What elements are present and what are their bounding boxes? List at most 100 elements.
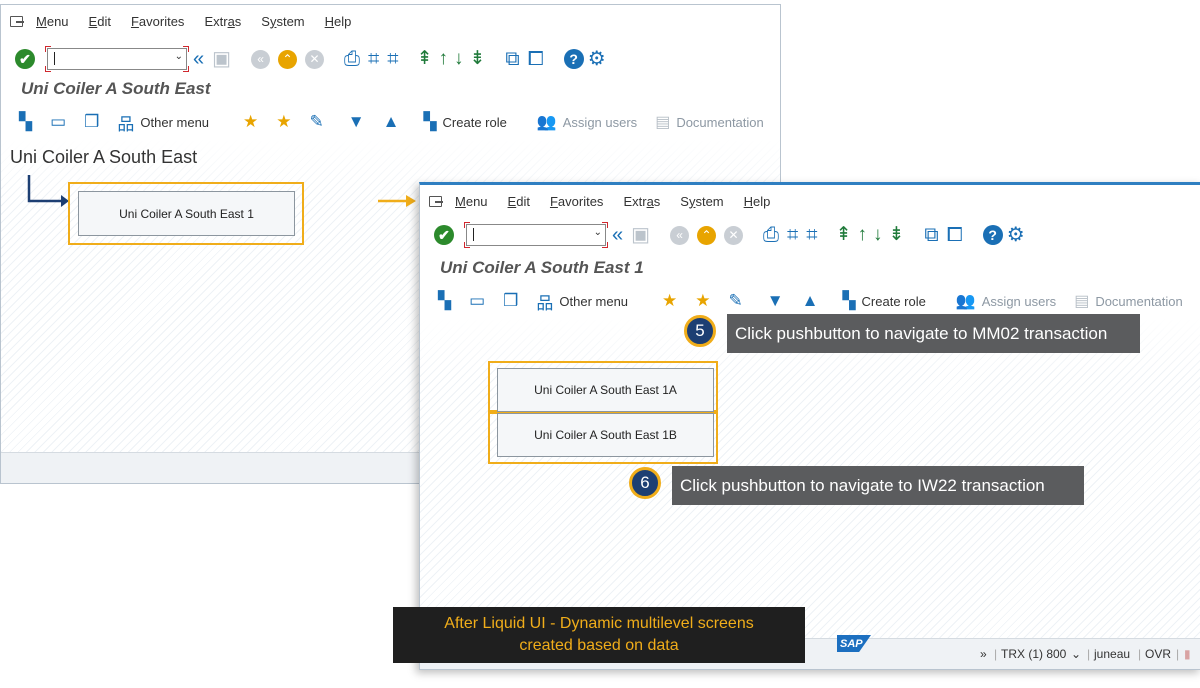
caption-banner: After Liquid UI - Dynamic multilevel scr… <box>393 607 805 663</box>
menu-item-extras[interactable]: Extras <box>204 14 241 29</box>
create-role-icon[interactable]: ▚ <box>423 112 436 132</box>
documentation-button[interactable]: Documentation <box>1095 294 1182 309</box>
user-menu-icon[interactable]: ▚ <box>19 112 32 132</box>
create-role-icon[interactable]: ▚ <box>842 291 855 311</box>
documentation-icon: ▤ <box>1074 293 1090 310</box>
delete-favorite-icon[interactable]: ★ <box>695 291 710 311</box>
shortcut-icon[interactable]: ⧠ <box>947 225 963 245</box>
menu-item-favorites[interactable]: Favorites <box>131 14 184 29</box>
caption-line-2: created based on data <box>519 637 679 654</box>
exit-icon[interactable]: ⌃ <box>278 49 298 69</box>
print-icon[interactable]: ⎙ <box>344 49 360 69</box>
application-toolbar: ▚ ▭ ❒ 品 Other menu ★ ★ ✎ ▼ ▲ ▚ Create ro… <box>1 107 780 137</box>
exit-icon[interactable]: ⌃ <box>697 225 717 245</box>
add-favorite-icon[interactable]: ★ <box>243 112 258 132</box>
enter-icon[interactable]: ✔ <box>15 49 35 69</box>
move-down-icon[interactable]: ▼ <box>348 112 365 132</box>
sap-window-after: Menu Edit Favorites Extras System Help ✔… <box>419 182 1200 670</box>
back-icon[interactable]: « <box>251 49 271 69</box>
last-page-icon[interactable]: ⇟ <box>469 49 485 69</box>
menu-item-edit[interactable]: Edit <box>508 194 530 209</box>
create-role-button[interactable]: Create role <box>443 115 507 130</box>
chevron-down-icon[interactable]: ⌄ <box>594 227 602 238</box>
menu-item-system[interactable]: System <box>680 194 723 209</box>
first-page-icon[interactable]: ⇞ <box>417 49 433 69</box>
package-icon[interactable]: ❒ <box>84 112 99 132</box>
last-page-icon[interactable]: ⇟ <box>888 225 904 245</box>
menu-item-help[interactable]: Help <box>325 14 352 29</box>
pushbutton-uni-coiler-1[interactable]: Uni Coiler A South East 1 <box>78 191 295 236</box>
menu-options-icon[interactable] <box>10 15 24 27</box>
add-favorite-icon[interactable]: ★ <box>662 291 677 311</box>
help-icon[interactable]: ? <box>563 49 584 69</box>
assign-users-button[interactable]: Assign users <box>563 115 637 130</box>
create-role-button[interactable]: Create role <box>862 294 926 309</box>
assign-users-button[interactable]: Assign users <box>982 294 1056 309</box>
cancel-icon[interactable]: ✕ <box>724 225 744 245</box>
edit-pencil-icon[interactable]: ✎ <box>310 112 324 132</box>
next-page-icon[interactable]: ↓ <box>454 49 464 69</box>
save-icon[interactable]: ▣ <box>631 225 650 245</box>
user-menu-icon[interactable]: ▚ <box>438 291 451 311</box>
other-menu-icon[interactable]: 品 <box>117 110 134 135</box>
chevron-down-icon[interactable]: ⌄ <box>175 51 183 62</box>
tree-connector-arrow <box>27 175 69 207</box>
documentation-button[interactable]: Documentation <box>676 115 763 130</box>
menu-item-menu[interactable]: Menu <box>36 14 69 29</box>
status-mode[interactable]: OVR <box>1145 647 1171 661</box>
find-next-icon[interactable]: ⌗ <box>806 225 817 245</box>
other-menu-icon[interactable]: 品 <box>536 289 553 314</box>
menu-item-system[interactable]: System <box>261 14 304 29</box>
chevron-down-icon[interactable]: ⌄ <box>1071 647 1081 661</box>
menu-item-help[interactable]: Help <box>744 194 771 209</box>
back-icon[interactable]: « <box>670 225 690 245</box>
assign-users-icon: 👥 <box>536 114 557 131</box>
move-up-icon[interactable]: ▲ <box>802 291 819 311</box>
move-up-icon[interactable]: ▲ <box>383 112 400 132</box>
package-icon[interactable]: ❒ <box>503 291 518 311</box>
new-session-icon[interactable]: ⧉ <box>924 225 938 245</box>
move-down-icon[interactable]: ▼ <box>767 291 784 311</box>
menu-bar: Menu Edit Favorites Extras System Help <box>1 5 780 37</box>
find-icon[interactable]: ⌗ <box>368 49 379 69</box>
callout-number-6: 6 <box>629 467 661 499</box>
enter-icon[interactable]: ✔ <box>434 225 454 245</box>
status-chevron[interactable]: » <box>980 647 987 661</box>
other-menu-button[interactable]: Other menu <box>559 294 628 309</box>
menu-options-icon[interactable] <box>429 195 443 207</box>
shortcut-icon[interactable]: ⧠ <box>528 49 544 69</box>
menu-item-extras[interactable]: Extras <box>623 194 660 209</box>
status-user: juneau <box>1094 647 1131 661</box>
menu-item-edit[interactable]: Edit <box>89 14 111 29</box>
settings-icon[interactable]: ⚙ <box>1007 225 1025 245</box>
previous-page-icon[interactable]: ↑ <box>857 225 867 245</box>
next-page-icon[interactable]: ↓ <box>873 225 883 245</box>
pushbutton-uni-coiler-1b[interactable]: Uni Coiler A South East 1B <box>497 413 714 457</box>
menu-item-favorites[interactable]: Favorites <box>550 194 603 209</box>
settings-icon[interactable]: ⚙ <box>588 49 606 69</box>
find-icon[interactable]: ⌗ <box>787 225 798 245</box>
other-menu-button[interactable]: Other menu <box>140 115 209 130</box>
pushbutton-uni-coiler-1a[interactable]: Uni Coiler A South East 1A <box>497 368 714 412</box>
sap-menu-icon[interactable]: ▭ <box>469 291 485 311</box>
status-trx: TRX (1) 800 <box>1001 647 1067 661</box>
sap-menu-icon[interactable]: ▭ <box>50 112 66 132</box>
collapse-icon[interactable]: « <box>193 49 204 69</box>
find-next-icon[interactable]: ⌗ <box>387 49 398 69</box>
save-icon[interactable]: ▣ <box>212 49 231 69</box>
application-toolbar: ▚ ▭ ❒ 品 Other menu ★ ★ ✎ ▼ ▲ ▚ Create ro… <box>420 286 1200 316</box>
print-icon[interactable]: ⎙ <box>763 225 779 245</box>
new-session-icon[interactable]: ⧉ <box>505 49 519 69</box>
previous-page-icon[interactable]: ↑ <box>438 49 448 69</box>
command-field[interactable]: ⌄ <box>45 46 189 72</box>
help-icon[interactable]: ? <box>982 225 1003 245</box>
command-field[interactable]: ⌄ <box>464 222 608 248</box>
delete-favorite-icon[interactable]: ★ <box>276 112 291 132</box>
first-page-icon[interactable]: ⇞ <box>836 225 852 245</box>
cancel-icon[interactable]: ✕ <box>305 49 325 69</box>
status-indicator-icon: ▮ <box>1184 647 1191 661</box>
menu-item-menu[interactable]: Menu <box>455 194 488 209</box>
collapse-icon[interactable]: « <box>612 225 623 245</box>
system-toolbar: ✔ ⌄ « ▣ « ⌃ ✕ ⎙ ⌗ ⌗ ⇞ ↑ ↓ ⇟ ⧉ ⧠ ? ⚙ <box>420 217 1200 253</box>
edit-pencil-icon[interactable]: ✎ <box>729 291 743 311</box>
